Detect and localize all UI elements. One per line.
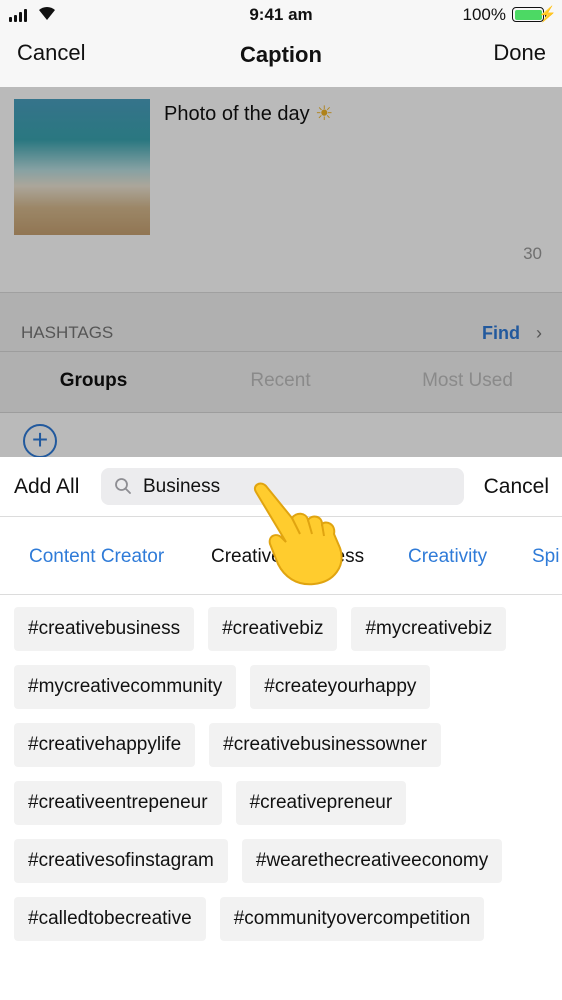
hashtag-row: #creativebusiness #creativebiz #mycreati…	[14, 607, 548, 651]
hashtag-row: #creativehappylife #creativebusinessowne…	[14, 723, 548, 767]
category-creativity[interactable]: Creativity	[408, 546, 487, 568]
page-title: Caption	[240, 42, 322, 67]
hashtag-chip[interactable]: #calledtobecreative	[14, 897, 206, 941]
hashtag-chip[interactable]: #creativehappylife	[14, 723, 196, 767]
hashtag-chip[interactable]: #creativepreneur	[235, 781, 407, 825]
hashtag-chip[interactable]: #creativeentrepeneur	[14, 781, 222, 825]
add-all-button[interactable]: Add All	[14, 475, 79, 499]
pointing-hand-icon	[254, 482, 343, 586]
hashtag-row: #creativeentrepeneur #creativepreneur	[14, 781, 548, 825]
search-cancel-button[interactable]: Cancel	[484, 475, 549, 499]
status-bar: 9:41 am 100% ⚡	[0, 0, 562, 30]
hashtag-chip[interactable]: #mycreativebiz	[351, 607, 507, 651]
hashtag-list: #creativebusiness #creativebiz #mycreati…	[14, 607, 548, 955]
hashtag-chip[interactable]: #mycreativecommunity	[14, 665, 237, 709]
hashtag-chip[interactable]: #creativebiz	[208, 607, 338, 651]
dim-overlay[interactable]	[0, 87, 562, 457]
hashtag-chip[interactable]: #creativesofinstagram	[14, 839, 228, 883]
hashtag-chip[interactable]: #communityovercompetition	[219, 897, 485, 941]
search-icon	[115, 478, 131, 494]
nav-done-button[interactable]: Done	[493, 40, 546, 66]
hashtag-row: #creativesofinstagram #wearethecreativee…	[14, 839, 548, 883]
hashtag-row: #mycreativecommunity #createyourhappy	[14, 665, 548, 709]
hashtag-chip[interactable]: #creativebusiness	[14, 607, 195, 651]
hashtag-chip[interactable]: #creativebusinessowner	[209, 723, 441, 767]
hashtag-chip[interactable]: #createyourhappy	[250, 665, 431, 709]
charging-bolt-icon: ⚡	[538, 6, 557, 23]
hashtag-chip[interactable]: #wearethecreativeeconomy	[241, 839, 503, 883]
navigation-bar: Cancel Caption Done	[0, 30, 562, 87]
battery-percent: 100%	[462, 5, 506, 24]
category-spi[interactable]: Spi	[532, 546, 559, 568]
category-content-creator[interactable]: Content Creator	[29, 546, 164, 568]
hashtag-row: #calledtobecreative #communityovercompet…	[14, 897, 548, 941]
